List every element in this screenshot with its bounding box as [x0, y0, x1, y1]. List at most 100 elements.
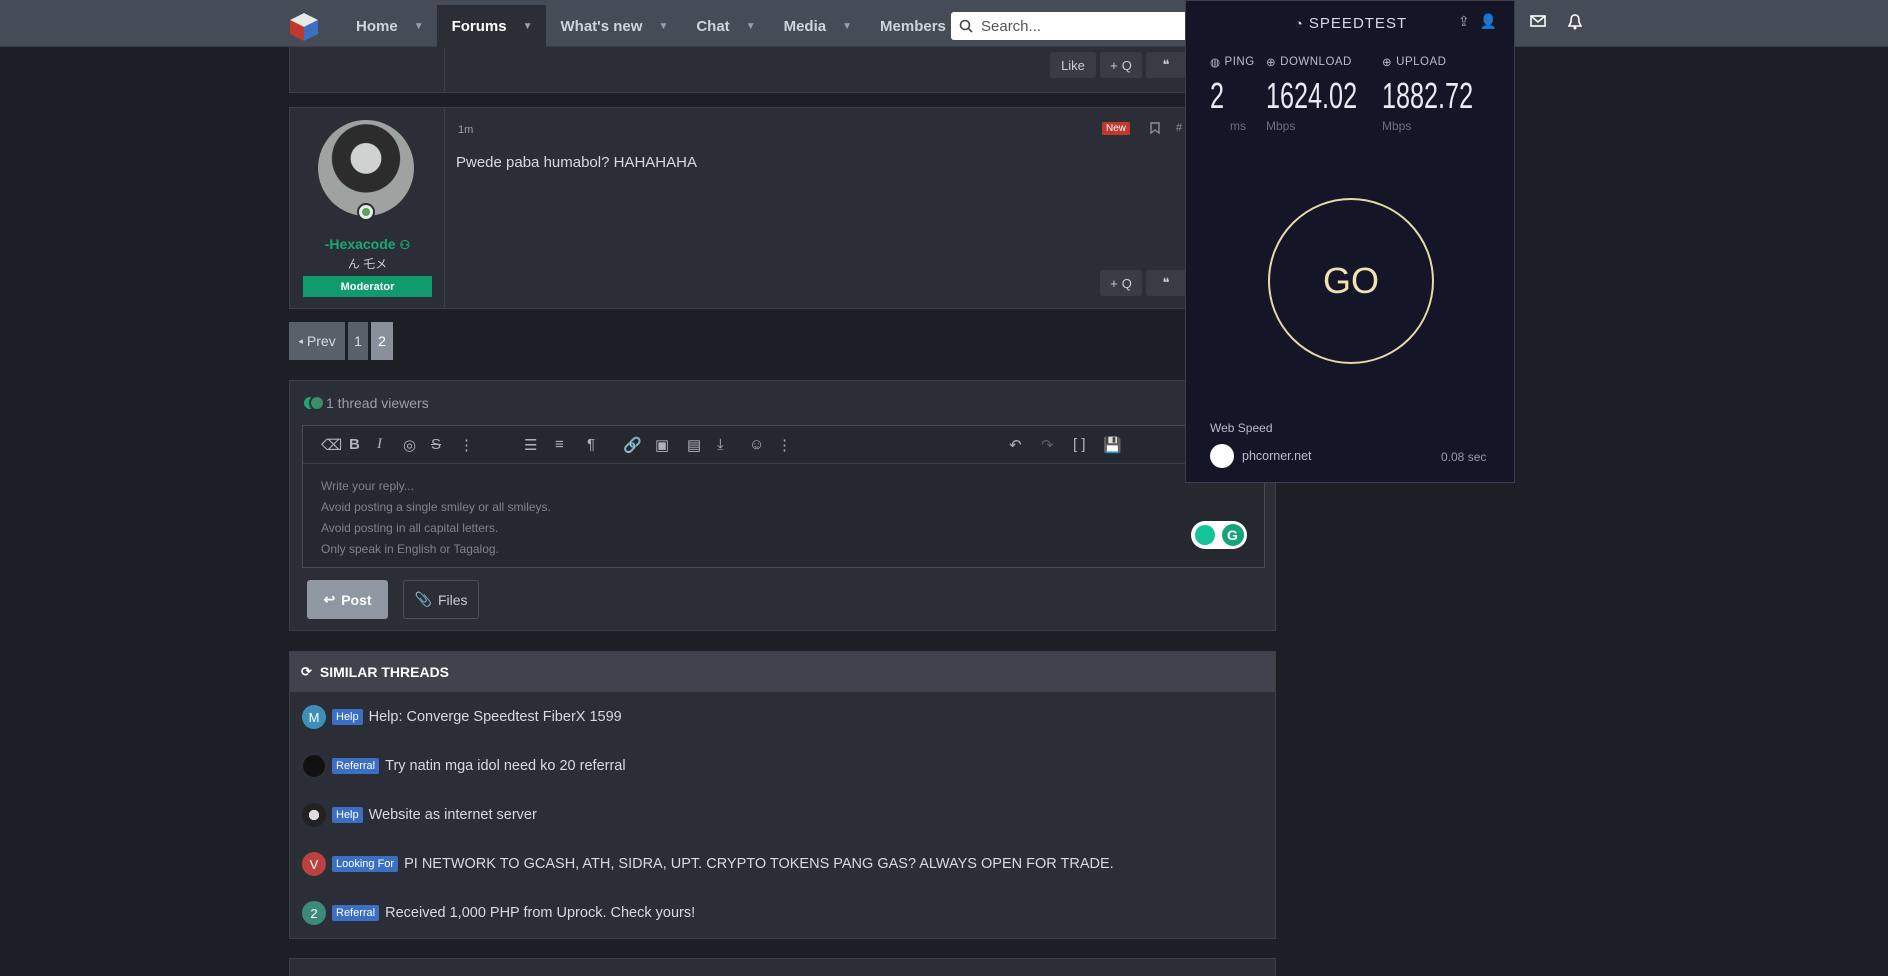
thread-prefix[interactable]: Looking For [332, 856, 399, 872]
nav-home[interactable]: Home ▼ [341, 5, 437, 47]
avatar[interactable] [302, 803, 326, 827]
undo-icon[interactable]: ↶ [1009, 436, 1022, 454]
post-label: Post [341, 591, 372, 608]
popular-tags-block [289, 958, 1276, 976]
multiquote-button[interactable]: + Q [1100, 270, 1142, 296]
page-link-current[interactable]: 2 [371, 322, 393, 360]
upload-label: UPLOAD [1396, 56, 1447, 68]
reply-editor[interactable]: ⌫ B I ◎ S ⋮ ☰ ≡ ¶ 🔗 ▣ ▤ ⤓ ☺ ⋮ ↶ ↷ [ ] 💾 … [302, 425, 1265, 568]
paperclip-icon: 📎 [414, 591, 432, 607]
user-shield-icon: ⚇ [399, 238, 411, 252]
drafts-icon[interactable]: 💾 [1103, 436, 1122, 454]
paragraph-icon[interactable]: ¶ [587, 436, 595, 453]
go-button[interactable]: GO [1268, 198, 1434, 364]
toggle-bbcode-icon[interactable]: [ ] [1073, 436, 1086, 453]
page-number: 2 [378, 333, 386, 349]
list-icon[interactable]: ☰ [524, 436, 537, 454]
clear-format-icon[interactable]: ⌫ [321, 436, 342, 454]
post-number[interactable]: # [1176, 122, 1182, 134]
web-speed-time: 0.08 sec [1441, 450, 1487, 464]
mail-icon[interactable] [1530, 14, 1546, 28]
thread-title[interactable]: Try natin mga idol need ko 20 referral [385, 758, 625, 774]
strikethrough-icon[interactable]: S [431, 436, 441, 453]
nav-forums[interactable]: Forums ▼ [436, 5, 546, 47]
search-input[interactable]: Search... [951, 12, 1191, 40]
grammarly-widget[interactable]: G [1191, 521, 1247, 549]
gauge-icon: ◔ [1294, 16, 1304, 31]
site-favicon-icon [1210, 444, 1234, 468]
ping-label: PING [1224, 56, 1255, 68]
prev-page-button[interactable]: ◂ Prev [289, 322, 345, 360]
lightbulb-icon [1194, 525, 1215, 545]
avatar[interactable]: V [302, 852, 326, 876]
thread-prefix[interactable]: Referral [332, 758, 380, 774]
like-button[interactable]: Like [1050, 52, 1096, 78]
search-icon [959, 19, 973, 33]
color-palette-icon[interactable]: ◎ [403, 436, 416, 454]
thread-prefix[interactable]: Help [332, 807, 363, 823]
nav-chat[interactable]: Chat ▼ [681, 5, 768, 47]
chevron-down-icon[interactable]: ▼ [658, 21, 668, 32]
quote-button[interactable]: ❝ [1146, 270, 1186, 296]
thread-prefix[interactable]: Referral [332, 905, 380, 921]
list-item[interactable]: V Looking For PI NETWORK TO GCASH, ATH, … [302, 852, 1114, 876]
image-icon[interactable]: ▣ [655, 436, 669, 454]
bell-icon[interactable] [1568, 14, 1582, 30]
similar-threads-header: ⟳ SIMILAR THREADS [290, 652, 1275, 692]
avatar[interactable]: M [302, 705, 326, 729]
more-options-icon[interactable]: ⋮ [777, 436, 792, 454]
site-logo-icon[interactable] [288, 11, 320, 43]
media-icon[interactable]: ▤ [687, 436, 701, 454]
top-icons [1530, 14, 1582, 30]
thread-title[interactable]: PI NETWORK TO GCASH, ATH, SIDRA, UPT. CR… [404, 856, 1114, 872]
viewers-text: 1 thread viewers [326, 395, 429, 411]
username[interactable]: -Hexacode ⚇ [290, 236, 445, 252]
chevron-down-icon[interactable]: ▼ [414, 21, 424, 32]
thread-prefix[interactable]: Help [332, 709, 363, 725]
list-item[interactable]: 2 Referral Received 1,000 PHP from Uproc… [302, 901, 695, 925]
avatar[interactable] [318, 120, 414, 216]
chevron-down-icon[interactable]: ▼ [842, 21, 852, 32]
page-link[interactable]: 1 [348, 322, 368, 360]
post-body: Pwede paba humabol? HAHAHAHA [456, 154, 697, 171]
quote-button[interactable]: ❝ [1146, 52, 1186, 78]
nav-media-label: Media [783, 17, 827, 35]
list-item[interactable]: M Help Help: Converge Speedtest FiberX 1… [302, 705, 622, 729]
nav-whats-new[interactable]: What's new ▼ [546, 5, 682, 47]
pagination: ◂ Prev 1 2 [289, 322, 393, 360]
share-icon[interactable]: ⇪ [1458, 13, 1470, 30]
avatar[interactable]: 2 [302, 901, 326, 925]
avatar[interactable] [302, 754, 326, 778]
link-icon[interactable]: 🔗 [623, 436, 642, 454]
files-label: Files [437, 591, 468, 608]
chevron-down-icon[interactable]: ▼ [523, 21, 533, 32]
bookmark-icon[interactable] [1150, 122, 1160, 134]
thread-viewers: 1 thread viewers [302, 395, 429, 411]
bold-icon[interactable]: B [349, 436, 360, 453]
plus-icon: + [1110, 57, 1118, 73]
attach-files-button[interactable]: 📎 Files [403, 580, 479, 619]
thread-title[interactable]: Received 1,000 PHP from Uprock. Check yo… [385, 905, 695, 921]
thread-title[interactable]: Help: Converge Speedtest FiberX 1599 [369, 709, 622, 725]
smiley-icon[interactable]: ☺ [749, 436, 764, 453]
download-metric: ⊕ DOWNLOAD 1624.02 Mbps [1266, 55, 1396, 133]
insert-icon[interactable]: ⤓ [717, 436, 724, 453]
multiquote-label: Q [1121, 275, 1132, 291]
chevron-down-icon[interactable]: ▼ [746, 21, 756, 32]
more-options-icon[interactable]: ⋮ [459, 436, 474, 454]
list-item[interactable]: Referral Try natin mga idol need ko 20 r… [302, 754, 626, 778]
align-icon[interactable]: ≡ [555, 436, 564, 453]
nav-media[interactable]: Media ▼ [769, 5, 865, 47]
post-reply-button[interactable]: ↩ Post [307, 580, 388, 619]
user-cell [290, 47, 445, 92]
list-item[interactable]: Help Website as internet server [302, 803, 537, 827]
multiquote-button[interactable]: + Q [1100, 52, 1142, 78]
search-placeholder: Search... [981, 17, 1042, 35]
user-icon[interactable]: 👤 [1480, 13, 1497, 30]
redo-icon[interactable]: ↷ [1041, 436, 1054, 454]
italic-icon[interactable]: I [377, 436, 382, 453]
reply-box: 1 thread viewers ⌫ B I ◎ S ⋮ ☰ ≡ ¶ 🔗 ▣ ▤… [289, 380, 1276, 631]
thread-title[interactable]: Website as internet server [369, 807, 537, 823]
post-time[interactable]: 1m [458, 124, 473, 136]
chevron-left-icon: ◂ [298, 335, 303, 346]
